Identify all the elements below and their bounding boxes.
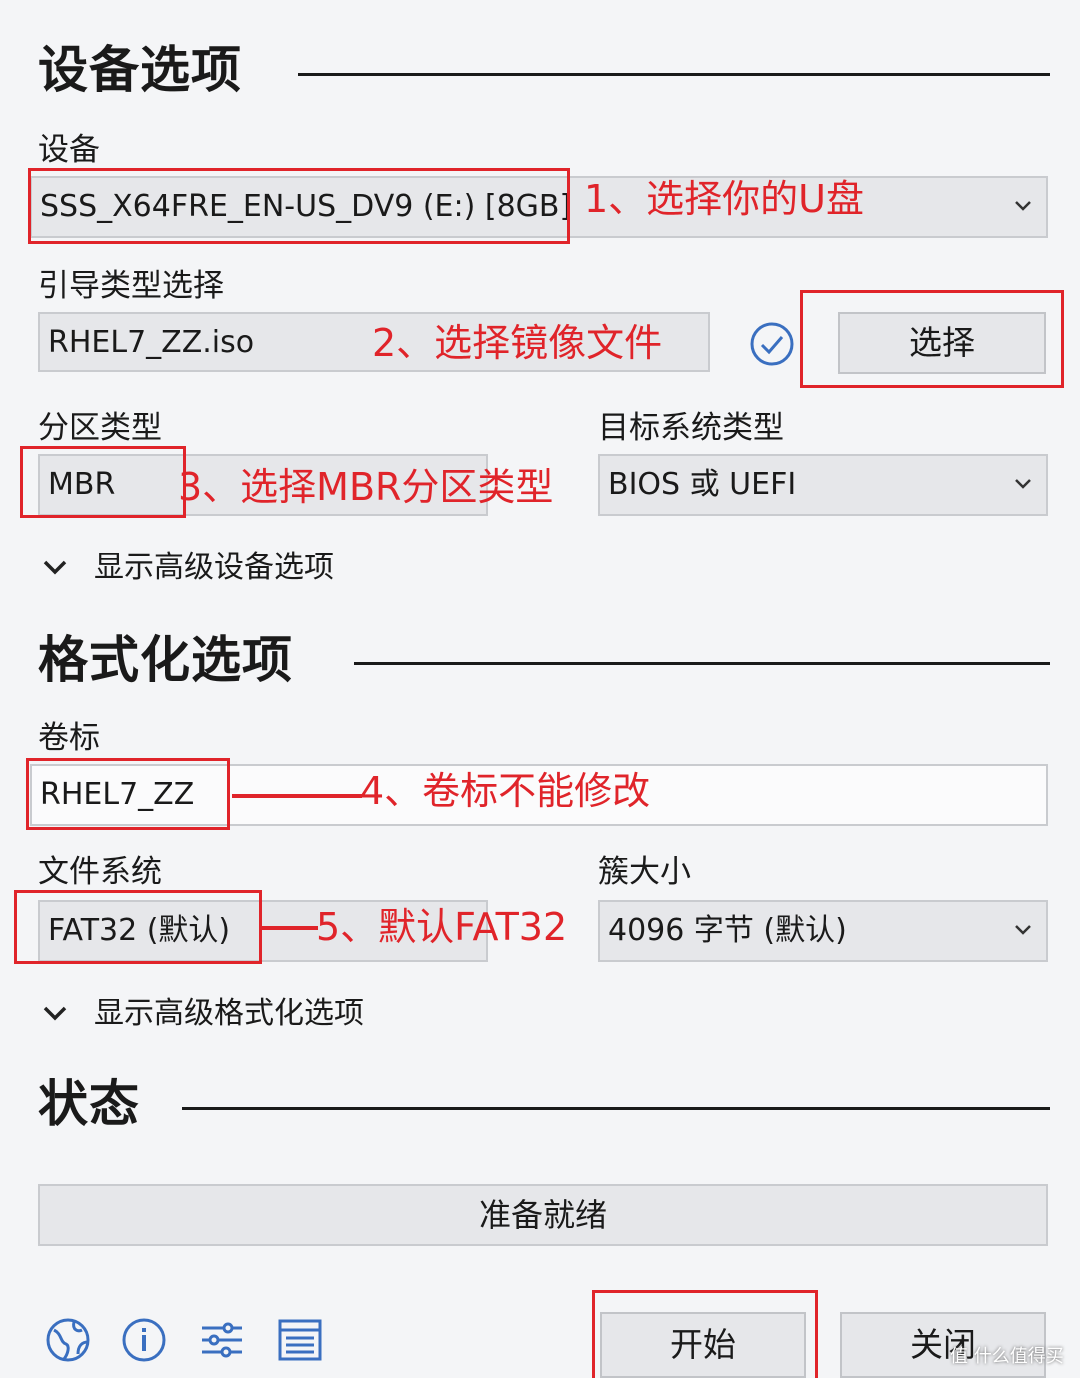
annotation-arrow-volume xyxy=(232,794,362,798)
annotation-arrow-filesystem xyxy=(262,926,318,930)
target-system-label: 目标系统类型 xyxy=(598,410,784,446)
watermark: 值 什么值得买 xyxy=(950,1342,1064,1368)
status-section-title: 状态 xyxy=(38,1075,140,1133)
file-system-label: 文件系统 xyxy=(38,854,162,890)
settings-sliders-icon[interactable] xyxy=(198,1316,246,1364)
advanced-device-options-toggle[interactable]: 显示高级设备选项 xyxy=(42,548,442,588)
check-circle-icon xyxy=(750,322,794,366)
advanced-format-options-toggle[interactable]: 显示高级格式化选项 xyxy=(42,994,462,1034)
chevron-down-icon xyxy=(1015,925,1031,935)
watermark-text: 值 什么值得买 xyxy=(950,1346,1064,1367)
status-progress-bar: 准备就绪 xyxy=(38,1184,1048,1246)
device-section-rule xyxy=(298,73,1050,76)
cluster-size-dropdown[interactable]: 4096 字节 (默认) xyxy=(598,900,1048,962)
partition-type-label: 分区类型 xyxy=(38,410,162,446)
annotation-box-partition xyxy=(20,446,186,518)
format-section-title: 格式化选项 xyxy=(38,631,293,689)
target-system-value: BIOS 或 UEFI xyxy=(608,467,797,502)
cluster-size-value: 4096 字节 (默认) xyxy=(608,913,847,948)
cluster-size-label: 簇大小 xyxy=(598,854,691,890)
annotation-box-filesystem xyxy=(14,890,262,964)
log-icon[interactable] xyxy=(276,1316,324,1364)
device-label: 设备 xyxy=(38,132,100,168)
annotation-note-3: 3、选择MBR分区类型 xyxy=(178,465,554,509)
advanced-device-options-label: 显示高级设备选项 xyxy=(94,550,334,585)
status-text: 准备就绪 xyxy=(478,1196,607,1234)
boot-type-label: 引导类型选择 xyxy=(38,268,224,304)
annotation-note-4: 4、卷标不能修改 xyxy=(360,769,651,813)
annotation-box-volume xyxy=(26,758,230,830)
annotation-note-5: 5、默认FAT32 xyxy=(316,905,568,949)
annotation-box-device xyxy=(28,168,570,244)
chevron-down-icon xyxy=(43,560,67,575)
globe-icon[interactable] xyxy=(44,1316,92,1364)
target-system-dropdown[interactable]: BIOS 或 UEFI xyxy=(598,454,1048,516)
advanced-format-options-label: 显示高级格式化选项 xyxy=(94,996,364,1031)
annotation-box-select xyxy=(800,290,1064,388)
boot-selection-value: RHEL7_ZZ.iso xyxy=(48,325,255,360)
annotation-note-1: 1、选择你的U盘 xyxy=(584,177,864,221)
device-section-title: 设备选项 xyxy=(38,41,242,99)
chevron-down-icon xyxy=(43,1006,67,1021)
volume-label-label: 卷标 xyxy=(38,720,100,756)
annotation-note-2: 2、选择镜像文件 xyxy=(372,321,663,365)
info-icon[interactable] xyxy=(120,1316,168,1364)
chevron-down-icon xyxy=(1015,201,1031,211)
status-section-rule xyxy=(182,1107,1050,1110)
chevron-down-icon xyxy=(1015,479,1031,489)
annotation-box-start xyxy=(592,1290,818,1378)
format-section-rule xyxy=(354,662,1050,665)
